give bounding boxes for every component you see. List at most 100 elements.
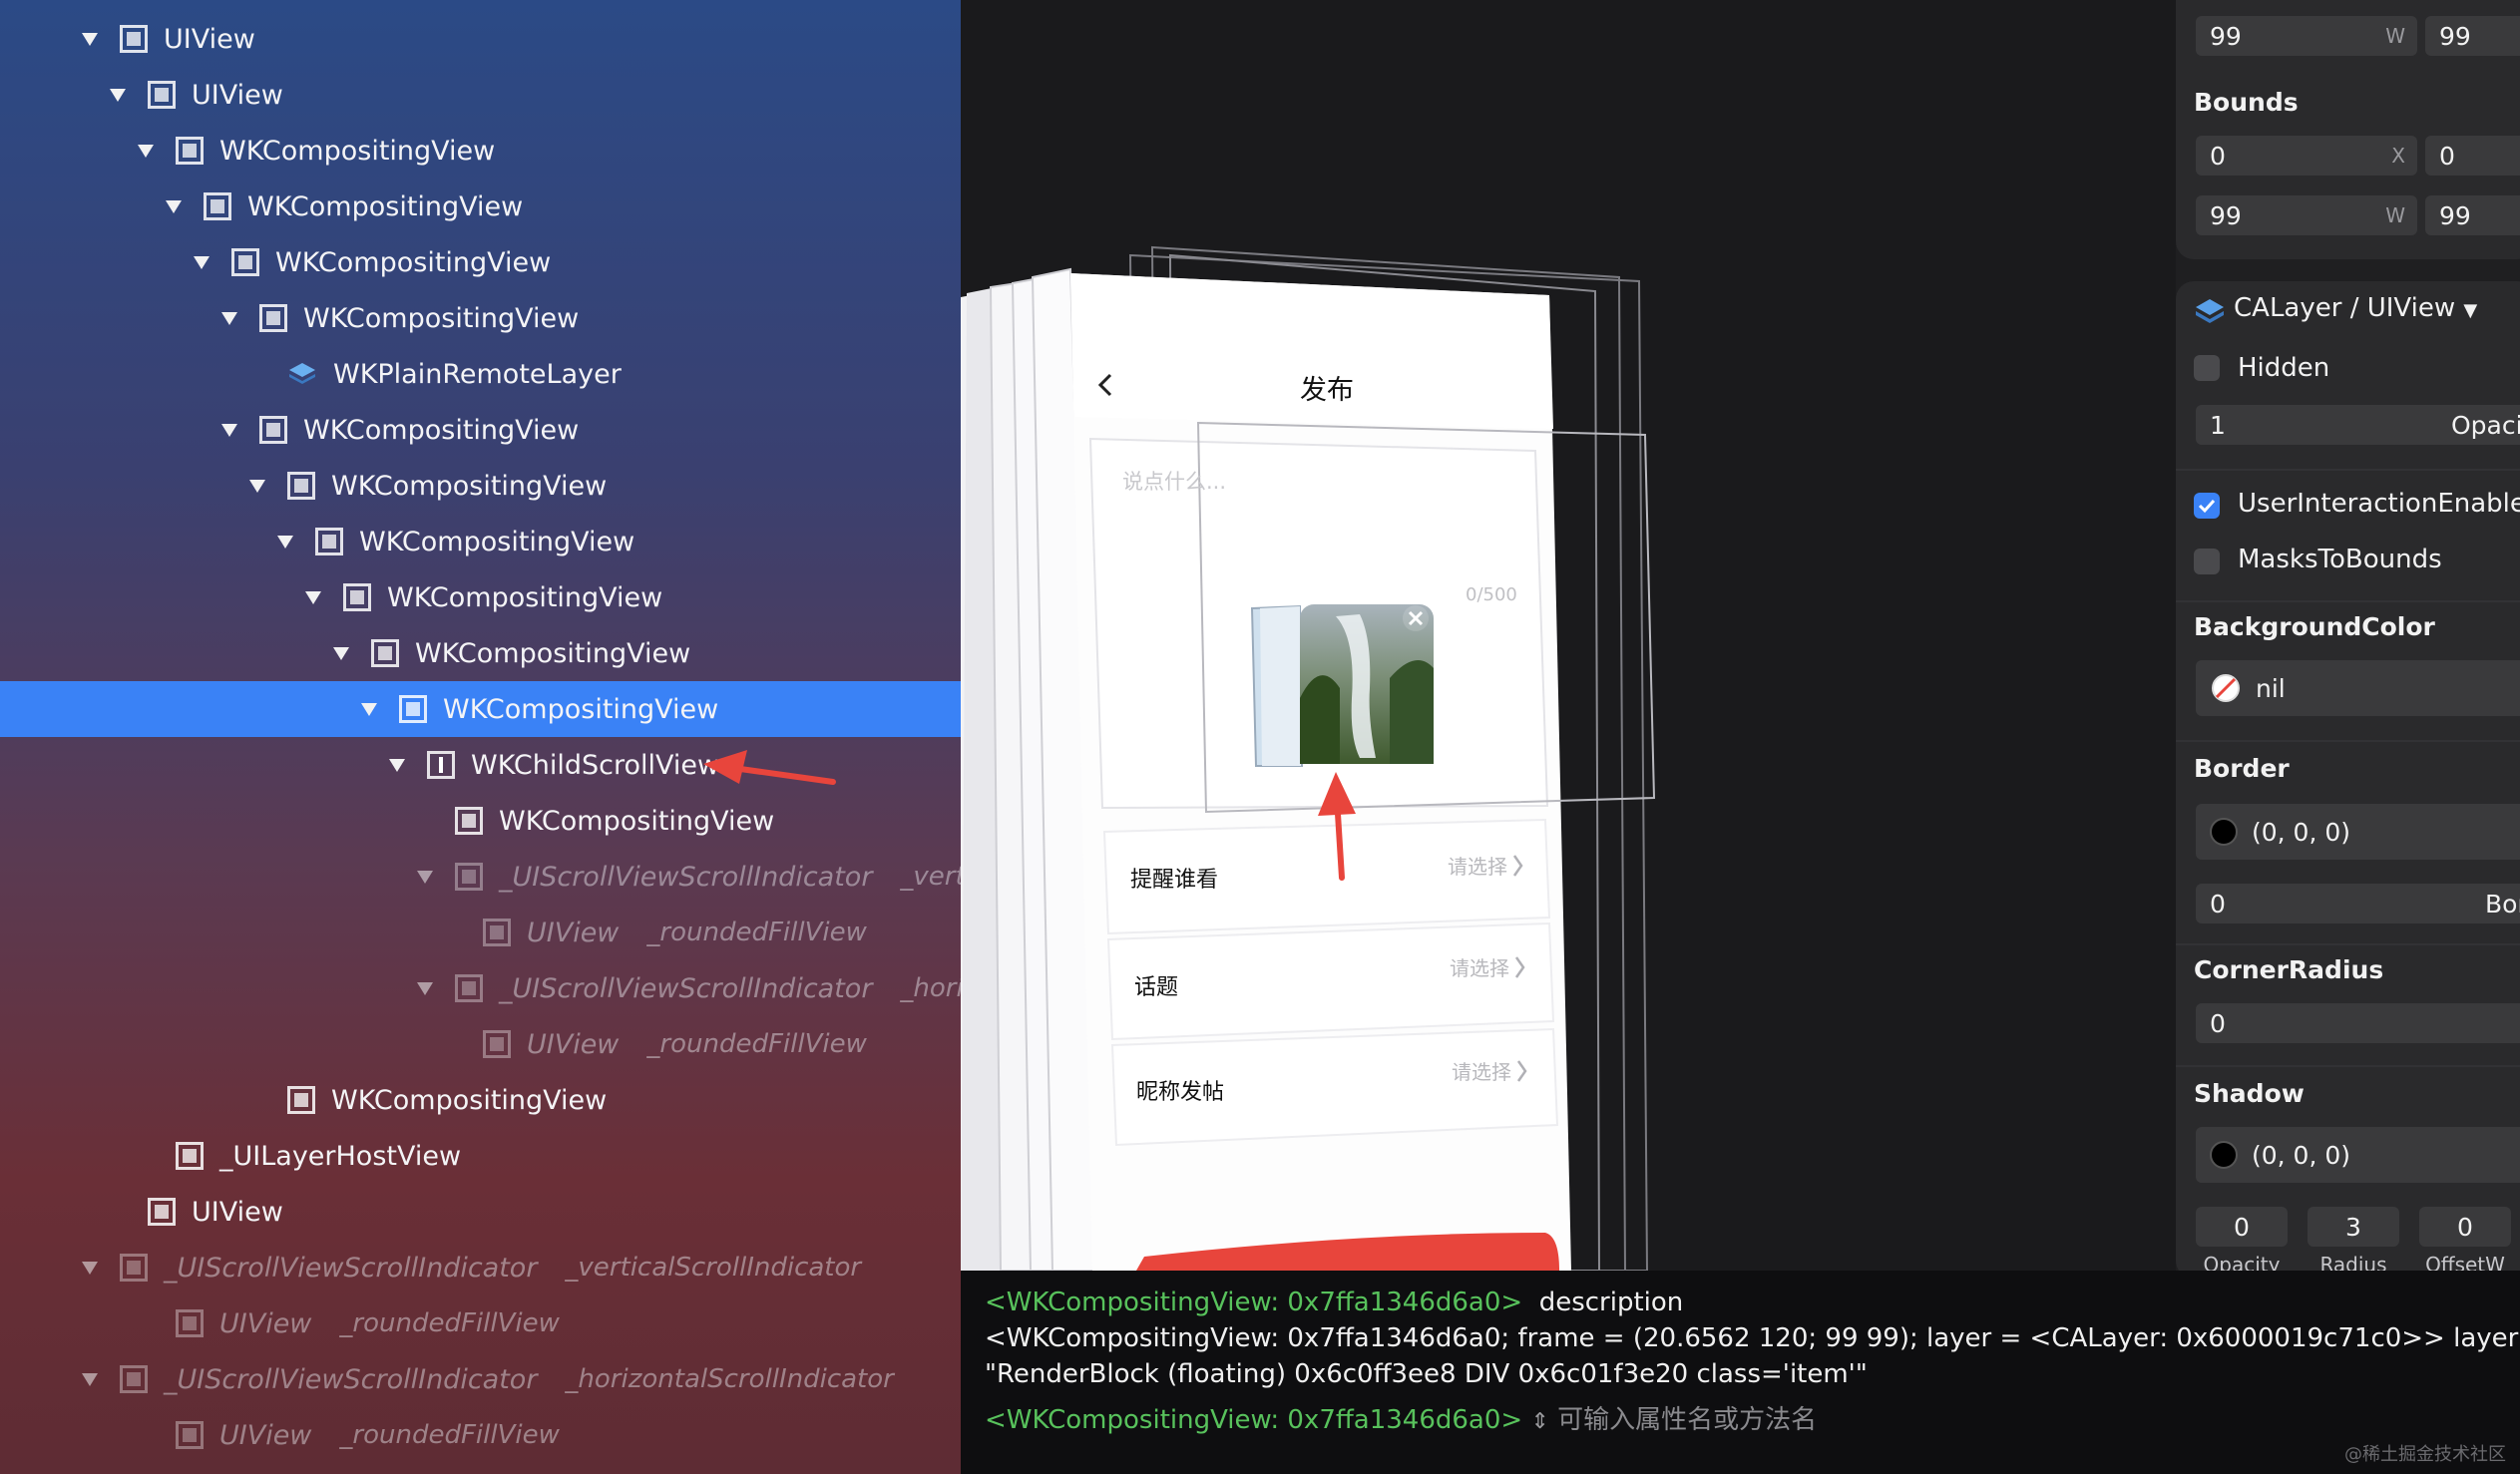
bounds-w-field[interactable]: 99 W bbox=[2196, 195, 2417, 235]
tree-row[interactable]: WKCompositingView bbox=[0, 123, 961, 179]
tree-row[interactable]: WKCompositingView bbox=[0, 625, 961, 681]
hidden-checkbox[interactable] bbox=[2194, 355, 2220, 381]
user-interaction-label: UserInteractionEnabled bbox=[2238, 489, 2520, 519]
chevron-down-icon: ▼ bbox=[2463, 300, 2478, 321]
tree-row[interactable]: WKCompositingView bbox=[0, 290, 961, 346]
frame-height-field[interactable]: 99 bbox=[2425, 16, 2520, 56]
shadow-radius-field[interactable]: 3 bbox=[2308, 1207, 2399, 1247]
tree-row[interactable]: _UIScrollViewScrollIndicator _verticalScr… bbox=[0, 1240, 961, 1295]
tree-row[interactable]: _UIScrollViewScrollIndicator _horizont bbox=[0, 960, 961, 1016]
disclosure-triangle-icon[interactable] bbox=[417, 981, 433, 995]
view-icon bbox=[120, 1365, 148, 1393]
post-input-placeholder[interactable]: 说点什么... bbox=[1122, 470, 1226, 494]
chevron-updown-icon[interactable]: ⇕ bbox=[1530, 1409, 1548, 1434]
disclosure-triangle-icon[interactable] bbox=[333, 646, 349, 660]
tree-row[interactable]: WKCompositingView bbox=[0, 1072, 961, 1128]
corner-radius-field[interactable]: 0 bbox=[2196, 1003, 2520, 1043]
bounds-h-field[interactable]: 99 bbox=[2425, 195, 2520, 235]
frame-width-field[interactable]: 99 W bbox=[2196, 16, 2417, 56]
tree-row[interactable]: WKCompositingView bbox=[0, 234, 961, 290]
tree-row[interactable]: _UIScrollViewScrollIndicator _horizontalS… bbox=[0, 1351, 961, 1407]
row-label-nickname[interactable]: 昵称发帖 bbox=[1136, 1080, 1224, 1105]
console-output-line-1: <WKCompositingView: 0x7ffa1346d6a0; fram… bbox=[985, 1323, 2520, 1353]
disclosure-triangle-icon[interactable] bbox=[249, 479, 265, 493]
console-input-placeholder[interactable]: 可输入属性名或方法名 bbox=[1557, 1405, 1817, 1435]
tree-row[interactable]: UIView bbox=[0, 1184, 961, 1240]
frame-width-suffix: W bbox=[2385, 24, 2405, 48]
tree-row[interactable]: _UILayerHostView bbox=[0, 1128, 961, 1184]
background-color-title: BackgroundColor bbox=[2194, 612, 2435, 641]
tree-row[interactable]: WKCompositingView bbox=[0, 402, 961, 458]
bounds-y-field[interactable]: 0 bbox=[2425, 136, 2520, 176]
console-input-line[interactable]: <WKCompositingView: 0x7ffa1346d6a0> ⇕ 可输… bbox=[985, 1402, 2496, 1440]
bounds-w-value: 99 bbox=[2210, 200, 2242, 230]
disclosure-triangle-icon[interactable] bbox=[82, 32, 98, 46]
disclosure-triangle-icon[interactable] bbox=[305, 590, 321, 604]
view-3d-canvas[interactable]: 发布 说点什么... 0/500 提醒谁看 请选择 话题 请选择 昵称发帖 请选… bbox=[961, 0, 2176, 1271]
disclosure-triangle-icon[interactable] bbox=[138, 144, 154, 158]
view-icon bbox=[371, 639, 399, 667]
disclosure-triangle-icon[interactable] bbox=[221, 423, 237, 437]
disclosure-triangle-icon[interactable] bbox=[417, 870, 433, 884]
view-icon bbox=[483, 919, 511, 946]
user-interaction-checkbox[interactable] bbox=[2194, 493, 2220, 519]
disclosure-triangle-icon[interactable] bbox=[82, 1261, 98, 1275]
row-value-nickname[interactable]: 请选择 bbox=[1452, 1060, 1511, 1084]
shadow-offset-label: OffsetW bbox=[2425, 1253, 2505, 1271]
tree-row[interactable]: UIView _roundedFillView bbox=[0, 1407, 961, 1463]
view-hierarchy-tree[interactable]: UIView UIView WKCompositingView WKCompositi… bbox=[0, 0, 961, 1474]
watermark-text: @稀土掘金技术社区 bbox=[2344, 1444, 2506, 1465]
row-label-remind[interactable]: 提醒谁看 bbox=[1130, 868, 1218, 893]
disclosure-triangle-icon[interactable] bbox=[82, 1372, 98, 1386]
background-color-field[interactable]: nil bbox=[2196, 660, 2520, 716]
shadow-offset-field[interactable]: 0 bbox=[2419, 1207, 2511, 1247]
console-input-object: <WKCompositingView: 0x7ffa1346d6a0> bbox=[985, 1405, 1523, 1435]
tree-row[interactable]: UIView _roundedFillView bbox=[0, 905, 961, 960]
tree-row[interactable]: UIView _roundedFillView bbox=[0, 1295, 961, 1351]
row-value-remind[interactable]: 请选择 bbox=[1448, 855, 1507, 879]
layer-class-title[interactable]: CALayer / UIView ▼ bbox=[2234, 293, 2477, 323]
shadow-color-field[interactable]: (0, 0, 0) bbox=[2196, 1127, 2520, 1183]
border-color-field[interactable]: (0, 0, 0) bbox=[2196, 804, 2520, 860]
border-color-swatch bbox=[2210, 818, 2238, 846]
disclosure-triangle-icon[interactable] bbox=[110, 88, 126, 102]
tree-row[interactable]: WKCompositingView bbox=[0, 793, 961, 849]
disclosure-triangle-icon[interactable] bbox=[389, 758, 405, 772]
tree-row-property-name: _horizont bbox=[900, 973, 961, 1003]
masks-to-bounds-checkbox[interactable] bbox=[2194, 549, 2220, 574]
shadow-radius-value: 3 bbox=[2345, 1212, 2361, 1242]
divider bbox=[2176, 943, 2520, 945]
opacity-field[interactable]: 1 Opacit bbox=[2196, 405, 2520, 445]
corner-radius-title: CornerRadius bbox=[2194, 955, 2384, 984]
shadow-opacity-field[interactable]: 0 bbox=[2196, 1207, 2288, 1247]
row-value-topic[interactable]: 请选择 bbox=[1450, 956, 1509, 980]
disclosure-triangle-icon[interactable] bbox=[361, 702, 377, 716]
row-label-topic[interactable]: 话题 bbox=[1134, 975, 1178, 1000]
frame-height-value: 99 bbox=[2439, 21, 2471, 51]
tree-row[interactable]: UIView bbox=[0, 67, 961, 123]
tree-row[interactable]: UIView bbox=[0, 11, 961, 67]
tree-row[interactable]: WKCompositingView bbox=[0, 681, 961, 737]
tree-row-label: WKCompositingView bbox=[247, 190, 524, 222]
tree-row[interactable]: WKPlainRemoteLayer bbox=[0, 346, 961, 402]
tree-row[interactable]: WKCompositingView bbox=[0, 179, 961, 234]
disclosure-triangle-icon[interactable] bbox=[194, 255, 210, 269]
tree-row-label: UIView bbox=[192, 79, 283, 111]
tree-row[interactable]: WKCompositingView bbox=[0, 514, 961, 569]
frame-card: 99 W 99 Bounds 0X 0 99 W 99 bbox=[2176, 0, 2520, 259]
disclosure-triangle-icon[interactable] bbox=[166, 199, 182, 213]
disclosure-triangle-icon[interactable] bbox=[221, 311, 237, 325]
background-color-value: nil bbox=[2256, 673, 2286, 703]
tree-row[interactable]: WKCompositingView bbox=[0, 569, 961, 625]
disclosure-triangle-icon[interactable] bbox=[277, 535, 293, 549]
tree-row-label: WKCompositingView bbox=[303, 414, 580, 446]
tree-row[interactable]: WKCompositingView bbox=[0, 458, 961, 514]
tree-row-property-name: _roundedFillView bbox=[339, 1308, 560, 1338]
console-panel: <WKCompositingView: 0x7ffa1346d6a0> desc… bbox=[961, 1271, 2520, 1474]
bounds-x-field[interactable]: 0X bbox=[2196, 136, 2417, 176]
tree-row[interactable]: _UIScrollViewScrollIndicator _verticalS bbox=[0, 849, 961, 905]
border-width-field[interactable]: 0 Bor bbox=[2196, 884, 2520, 923]
tree-row[interactable]: UIView _roundedFillView bbox=[0, 1016, 961, 1072]
view-icon bbox=[176, 137, 204, 165]
tree-row-property-name: _roundedFillView bbox=[339, 1420, 560, 1450]
